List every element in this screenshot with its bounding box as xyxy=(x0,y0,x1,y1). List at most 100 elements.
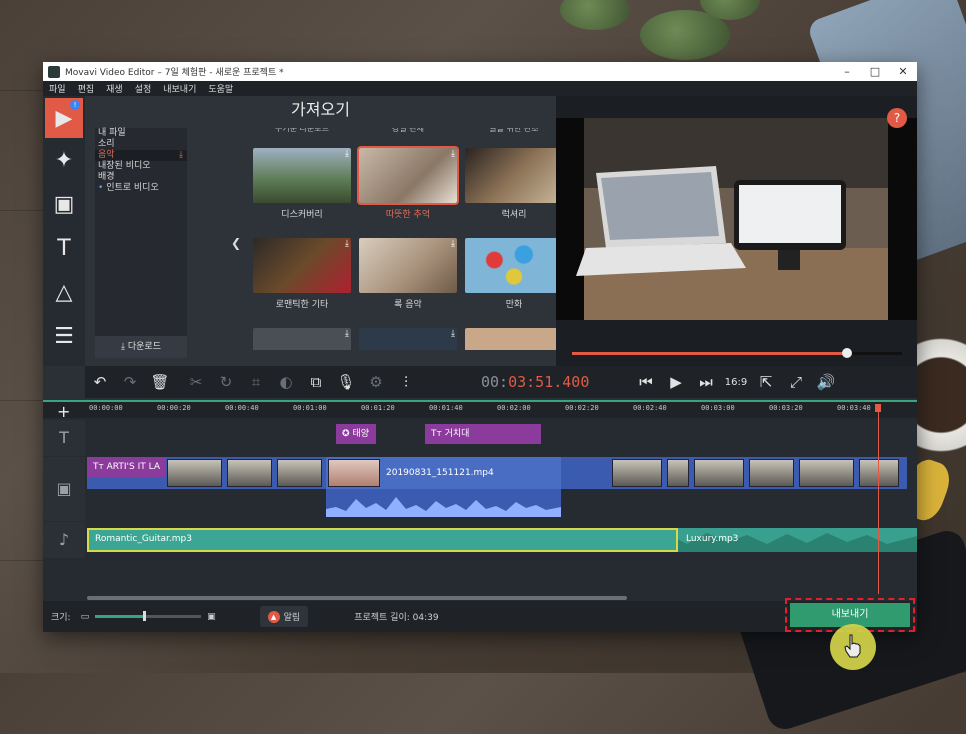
media-tile[interactable]: ⤓ xyxy=(253,328,351,350)
add-track-icon[interactable]: + xyxy=(57,402,70,421)
download-icon: ⤓ xyxy=(345,239,349,249)
video-preview[interactable] xyxy=(556,118,917,320)
volume-button[interactable]: 🔊 xyxy=(811,367,841,397)
clip-settings-button[interactable]: ⚙ xyxy=(361,367,391,397)
filters-tool-button[interactable]: ✦ xyxy=(43,138,85,182)
rotate-button[interactable]: ↻ xyxy=(211,367,241,397)
zoom-slider[interactable] xyxy=(95,611,202,621)
ruler-tick: 00:03:20 xyxy=(769,404,803,412)
titles-tool-button[interactable]: T xyxy=(43,226,85,270)
notifications-button[interactable]: ▲ 알림 xyxy=(259,606,309,627)
tile-thumbnail: ⤓ xyxy=(465,148,563,203)
category-my-files[interactable]: 내 파일 xyxy=(95,128,187,139)
color-adjust-button[interactable]: ◐ xyxy=(271,367,301,397)
skip-back-icon: ⏮ xyxy=(639,373,653,391)
title-clip[interactable]: Tт ARTI'S IT LA xyxy=(87,457,165,477)
gear-icon: ⚙ xyxy=(369,373,383,391)
import-tool-button[interactable]: ▶ ! xyxy=(45,98,83,138)
magic-wand-icon: ✦ xyxy=(54,147,74,173)
video-clip-label: 20190831_151121.mp4 xyxy=(386,468,494,478)
tile-thumbnail: ⤓ xyxy=(357,146,459,205)
undo-button[interactable]: ↶ xyxy=(85,367,115,397)
more-tools-button[interactable]: ☰ xyxy=(43,314,85,358)
crop-button[interactable]: ⌗ xyxy=(241,367,271,397)
category-list: 내 파일 소리 음악 ⤓ 내장된 비디오 배경 • 인트로 비디오 ⤓ 다운로드 xyxy=(95,128,187,358)
record-voice-button[interactable]: 🎙 xyxy=(331,367,361,397)
help-button[interactable]: ? xyxy=(887,108,907,128)
menu-export[interactable]: 내보내기 xyxy=(163,82,196,95)
video-thumbnail xyxy=(799,459,854,487)
ruler-tick: 00:01:40 xyxy=(429,404,463,412)
preview-panel: ? xyxy=(556,96,917,366)
title-icon: Tт xyxy=(431,429,442,439)
text-clip-label: 거치대 xyxy=(444,429,470,439)
media-tile[interactable]: ⤓ xyxy=(465,328,563,350)
undo-icon: ↶ xyxy=(93,373,107,391)
previous-frame-button[interactable]: ⏮ xyxy=(631,367,661,397)
media-tile[interactable]: ⤓ 럭셔리 xyxy=(465,148,563,220)
tile-thumbnail: ⤓ xyxy=(465,328,563,350)
crop-icon: ⌗ xyxy=(251,373,261,391)
collapse-panel-icon[interactable]: ❮ xyxy=(231,236,241,250)
contrast-icon: ◐ xyxy=(279,373,293,391)
list-icon: ☰ xyxy=(54,323,74,349)
menu-file[interactable]: 파일 xyxy=(49,82,66,95)
selected-video-clip[interactable]: 20190831_151121.mp4 xyxy=(326,457,561,489)
timeline-scrollbar[interactable] xyxy=(87,596,627,600)
transitions-tool-button[interactable]: ▣ xyxy=(43,182,85,226)
preview-seek-bar[interactable] xyxy=(572,348,902,358)
minimize-button[interactable]: – xyxy=(833,65,861,78)
close-button[interactable]: ✕ xyxy=(889,65,917,78)
zoom-out-icon[interactable]: ▭ xyxy=(81,612,90,622)
project-length: 프로젝트 길이: 04:39 xyxy=(354,613,439,623)
menu-edit[interactable]: 편집 xyxy=(78,82,95,95)
audio-clip-label[interactable]: Luxury.mp3 xyxy=(686,528,738,550)
download-icon: ⤓ xyxy=(179,150,183,160)
menu-playback[interactable]: 재생 xyxy=(106,82,123,95)
download-label: 다운로드 xyxy=(127,342,161,352)
delete-button[interactable]: 🗑 xyxy=(145,367,175,397)
selected-audio-clip[interactable]: Romantic_Guitar.mp3 xyxy=(87,528,678,552)
text-clip[interactable]: Tт 거치대 xyxy=(425,424,541,444)
media-tile[interactable]: ⤓ xyxy=(359,328,457,350)
download-button[interactable]: ⤓ 다운로드 xyxy=(95,336,187,358)
cut-button[interactable]: ✂ xyxy=(181,367,211,397)
detach-preview-button[interactable]: ⇱ xyxy=(751,367,781,397)
menu-help[interactable]: 도움말 xyxy=(208,82,233,95)
zoom-handle[interactable] xyxy=(143,611,147,621)
transition-button[interactable]: ⧉ xyxy=(301,367,331,397)
category-builtin-video[interactable]: 내장된 비디오 xyxy=(95,161,187,172)
tile-thumbnail: ⤓ xyxy=(359,328,457,350)
media-tile[interactable]: ⤓ 디스커버리 xyxy=(253,148,351,220)
category-sound[interactable]: 소리 xyxy=(95,139,187,150)
text-clip[interactable]: ✪ 태양 xyxy=(336,424,376,444)
zoom-in-icon[interactable]: ▣ xyxy=(207,612,216,622)
media-tile[interactable]: ⤓ 로맨틱한 기타 xyxy=(253,238,351,310)
menu-settings[interactable]: 설정 xyxy=(135,82,152,95)
redo-button[interactable]: ↷ xyxy=(115,367,145,397)
ruler-tick: 00:00:20 xyxy=(157,404,191,412)
aspect-ratio-button[interactable]: 16:9 xyxy=(721,377,751,388)
maximize-button[interactable]: □ xyxy=(861,65,889,78)
play-button[interactable]: ▶ xyxy=(661,367,691,397)
category-intro-video[interactable]: • 인트로 비디오 xyxy=(95,183,187,194)
next-frame-button[interactable]: ⏭ xyxy=(691,367,721,397)
media-tile[interactable]: ⤓ 따뜻한 추억 xyxy=(357,146,459,220)
media-tile[interactable]: ⤓ 만화 xyxy=(465,238,563,310)
category-background[interactable]: 배경 xyxy=(95,172,187,183)
video-thumbnail xyxy=(667,459,689,487)
media-tile[interactable]: ⤓ 록 음악 xyxy=(359,238,457,310)
ruler-tick: 00:02:00 xyxy=(497,404,531,412)
seek-handle[interactable] xyxy=(842,348,852,358)
category-music[interactable]: 음악 ⤓ xyxy=(95,150,187,161)
video-thumbnail xyxy=(694,459,744,487)
playhead[interactable] xyxy=(878,404,879,594)
time-ruler[interactable]: + 00:00:00 00:00:20 00:00:40 00:01:00 00… xyxy=(43,400,917,421)
tile-thumbnail: ⤓ xyxy=(253,328,351,350)
audio-equalizer-button[interactable]: ⫶ xyxy=(391,367,421,397)
text-icon: T xyxy=(59,428,69,447)
text-track-header: T xyxy=(43,420,85,456)
download-icon: ⤓ xyxy=(345,149,349,159)
stickers-tool-button[interactable]: △ xyxy=(43,270,85,314)
fullscreen-button[interactable]: ⤢ xyxy=(781,367,811,397)
